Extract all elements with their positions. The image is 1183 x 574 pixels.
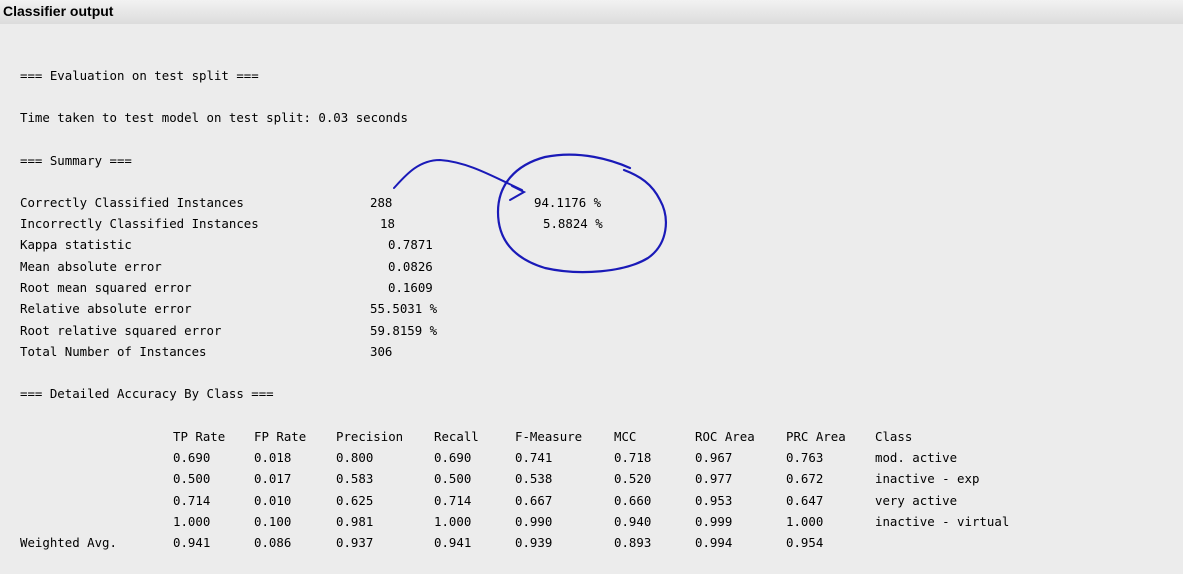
table-cell: 0.667 — [515, 493, 553, 508]
table-cell: 0.741 — [515, 450, 553, 465]
table-cell-class: very active — [875, 493, 958, 508]
summary-label: Root mean squared error — [20, 280, 192, 295]
table-cell: 0.941 — [173, 535, 211, 550]
summary-percent: 5.8824 % — [543, 216, 603, 231]
table-cell: 0.893 — [614, 535, 652, 550]
table-cell: 0.940 — [614, 514, 652, 529]
table-cell: 0.953 — [695, 493, 733, 508]
summary-label: Root relative squared error — [20, 323, 222, 338]
classifier-output-text[interactable]: === Evaluation on test split === Time ta… — [0, 0, 1183, 574]
summary-label: Relative absolute error — [20, 301, 192, 316]
column-header: F-Measure — [515, 429, 583, 444]
table-cell: 0.967 — [695, 450, 733, 465]
eval-heading: === Evaluation on test split === — [20, 68, 259, 83]
table-cell: 0.939 — [515, 535, 553, 550]
summary-value: 288 — [370, 195, 393, 210]
table-cell: 0.100 — [254, 514, 292, 529]
summary-value: 0.1609 — [388, 280, 433, 295]
table-cell: 0.520 — [614, 471, 652, 486]
column-header: MCC — [614, 429, 637, 444]
summary-value: 0.0826 — [388, 259, 433, 274]
detailed-accuracy-heading: === Detailed Accuracy By Class === — [20, 386, 274, 401]
table-cell: 0.672 — [786, 471, 824, 486]
table-cell: 0.017 — [254, 471, 292, 486]
column-header: PRC Area — [786, 429, 846, 444]
summary-label: Total Number of Instances — [20, 344, 207, 359]
summary-value: 59.8159 % — [370, 323, 438, 338]
weighted-avg-label: Weighted Avg. — [20, 535, 117, 550]
table-cell: 1.000 — [786, 514, 824, 529]
summary-heading: === Summary === — [20, 153, 132, 168]
table-cell: 0.941 — [434, 535, 472, 550]
summary-value: 18 — [380, 216, 395, 231]
table-cell: 0.086 — [254, 535, 292, 550]
summary-label: Incorrectly Classified Instances — [20, 216, 259, 231]
summary-label: Kappa statistic — [20, 237, 132, 252]
table-cell: 0.714 — [434, 493, 472, 508]
table-cell: 0.690 — [434, 450, 472, 465]
column-header: Precision — [336, 429, 404, 444]
column-header: TP Rate — [173, 429, 226, 444]
table-cell: 0.500 — [434, 471, 472, 486]
table-cell: 0.990 — [515, 514, 553, 529]
summary-value: 0.7871 — [388, 237, 433, 252]
table-cell: 0.647 — [786, 493, 824, 508]
table-cell: 0.714 — [173, 493, 211, 508]
column-header: FP Rate — [254, 429, 307, 444]
summary-label: Mean absolute error — [20, 259, 162, 274]
table-cell: 0.994 — [695, 535, 733, 550]
column-header: ROC Area — [695, 429, 755, 444]
table-cell: 0.690 — [173, 450, 211, 465]
table-cell: 0.718 — [614, 450, 652, 465]
summary-label: Correctly Classified Instances — [20, 195, 244, 210]
table-cell: 0.999 — [695, 514, 733, 529]
table-cell: 0.500 — [173, 471, 211, 486]
table-cell: 0.538 — [515, 471, 553, 486]
table-cell: 0.625 — [336, 493, 374, 508]
table-cell: 0.981 — [336, 514, 374, 529]
table-cell: 0.010 — [254, 493, 292, 508]
table-cell-class: inactive - virtual — [875, 514, 1010, 529]
time-taken-line: Time taken to test model on test split: … — [20, 110, 408, 125]
table-cell: 0.018 — [254, 450, 292, 465]
column-header: Recall — [434, 429, 479, 444]
table-cell: 0.583 — [336, 471, 374, 486]
table-cell: 1.000 — [173, 514, 211, 529]
table-cell-class: inactive - exp — [875, 471, 980, 486]
table-cell: 0.977 — [695, 471, 733, 486]
table-cell: 0.937 — [336, 535, 374, 550]
summary-percent: 94.1176 % — [534, 195, 602, 210]
summary-value: 306 — [370, 344, 393, 359]
table-cell: 0.954 — [786, 535, 824, 550]
column-header: Class — [875, 429, 913, 444]
table-cell: 0.763 — [786, 450, 824, 465]
summary-value: 55.5031 % — [370, 301, 438, 316]
table-cell: 0.800 — [336, 450, 374, 465]
table-cell: 1.000 — [434, 514, 472, 529]
table-cell: 0.660 — [614, 493, 652, 508]
table-cell-class: mod. active — [875, 450, 958, 465]
